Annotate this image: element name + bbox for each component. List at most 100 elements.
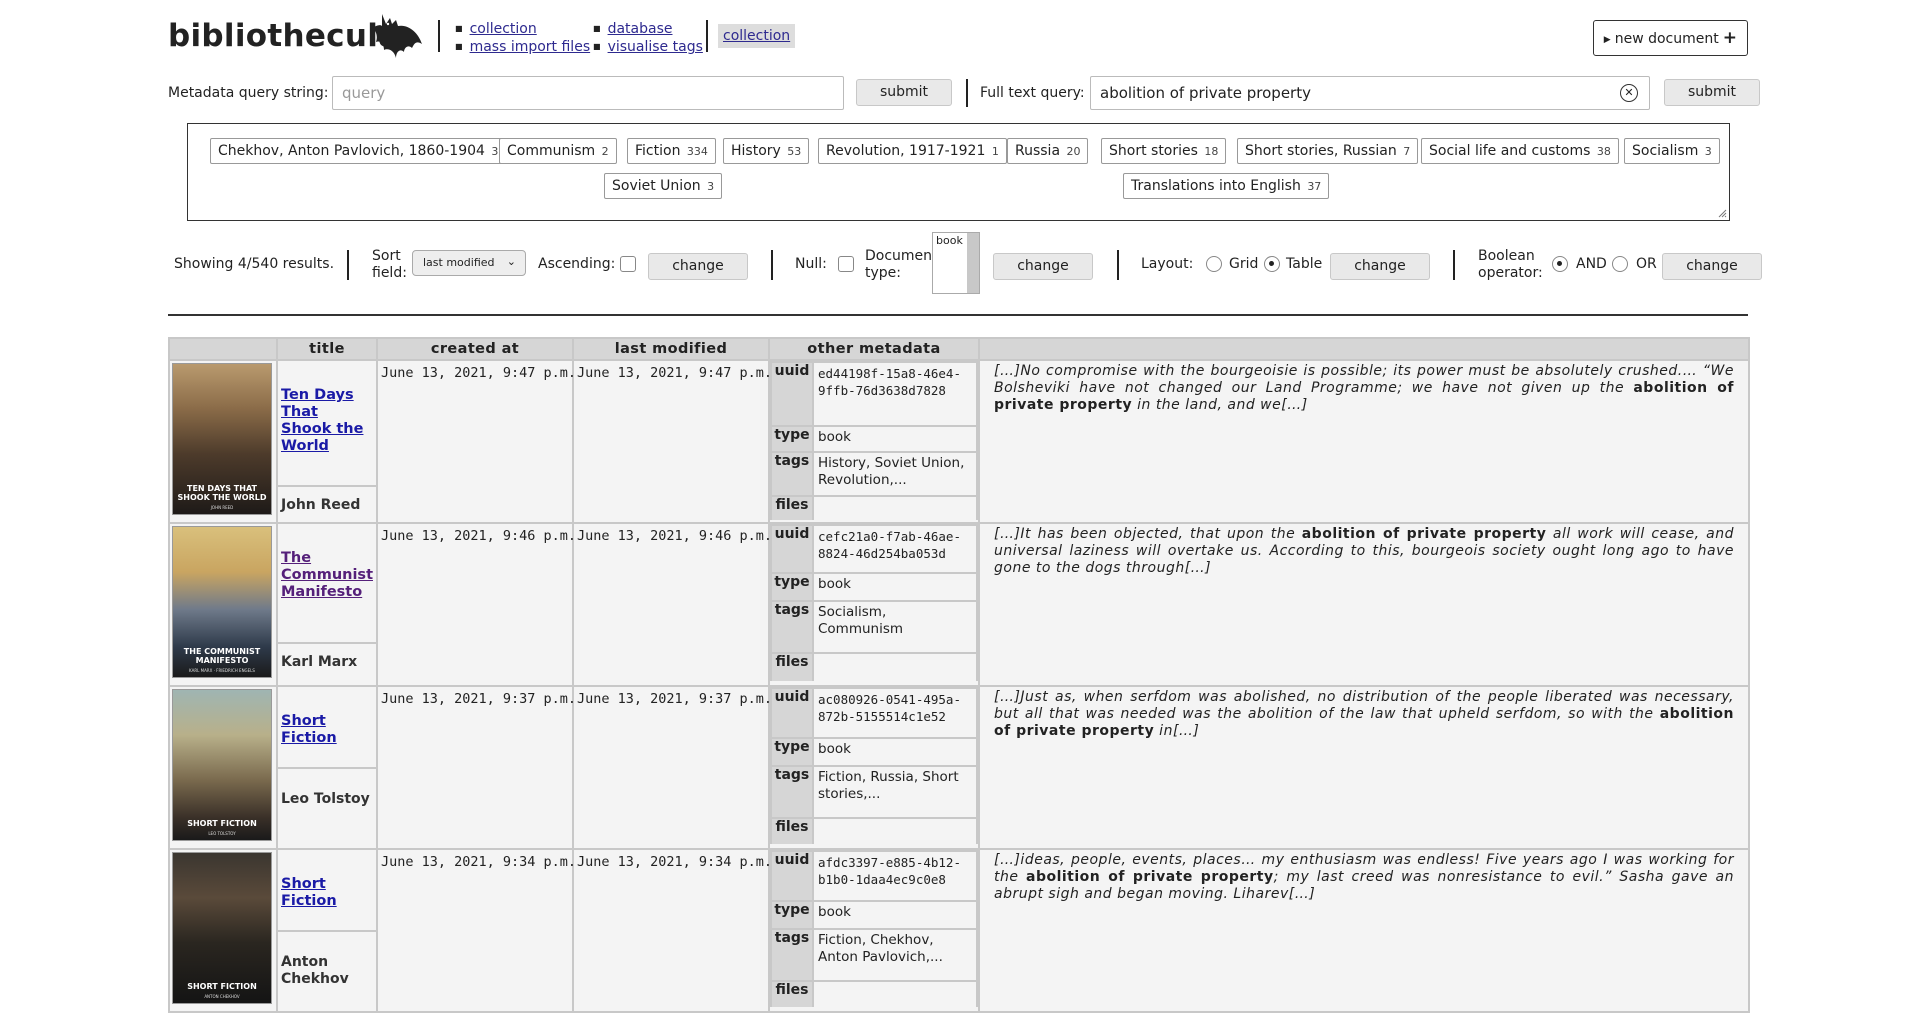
- book-title-link[interactable]: The Communist Manifesto: [281, 550, 373, 600]
- text-snippet: […]ideas, people, events, places… my ent…: [994, 852, 1734, 902]
- query-row: Metadata query string: query submit Full…: [168, 76, 1760, 110]
- tag-chip[interactable]: Revolution, 1917-1921 1: [818, 138, 1007, 164]
- header-created-at[interactable]: created at: [376, 337, 574, 361]
- brand-title[interactable]: bibliothecula: [168, 18, 399, 54]
- table-row: TEN DAYS THAT SHOOK THE WORLD JOHN REED …: [168, 359, 1750, 524]
- nav-group-right: database visualise tags: [593, 20, 703, 56]
- resize-grip-icon[interactable]: [1717, 208, 1727, 218]
- meta-tags-value: Fiction, Chekhov, Anton Pavlovich,...: [812, 928, 978, 982]
- cover-cell: THE COMMUNIST MANIFESTO KARL MARX · FRIE…: [168, 522, 278, 687]
- title-block: Short Fiction: [278, 850, 376, 930]
- fulltext-submit-button[interactable]: submit: [1664, 79, 1760, 106]
- boolean-change-button[interactable]: change: [1662, 253, 1762, 280]
- null-label: Null:: [795, 256, 827, 272]
- cover-title-text: SHORT FICTION: [187, 982, 257, 991]
- title-block: Short Fiction: [278, 687, 376, 767]
- last-modified-value: June 13, 2021, 9:46 p.m.: [577, 528, 773, 544]
- tag-chip[interactable]: Chekhov, Anton Pavlovich, 1860-1904 3: [210, 138, 507, 164]
- divider-rule: [168, 314, 1748, 316]
- header-divider: [438, 20, 440, 52]
- meta-tags-value: Socialism, Communism: [812, 600, 978, 654]
- meta-type-value: book: [812, 737, 978, 767]
- listbox-scrollbar[interactable]: [967, 233, 979, 293]
- sort-change-button[interactable]: change: [648, 253, 748, 280]
- document-type-listbox[interactable]: book: [932, 232, 980, 294]
- nav-group-left: collection mass import files: [455, 20, 591, 56]
- meta-key-uuid: uuid: [770, 524, 814, 574]
- bool-or-radio[interactable]: [1612, 256, 1628, 272]
- nav-database-link[interactable]: database: [593, 20, 703, 38]
- plus-icon: +: [1722, 28, 1737, 48]
- tag-chip[interactable]: History 53: [723, 138, 810, 164]
- cover-title-text: TEN DAYS THAT SHOOK THE WORLD: [177, 484, 267, 502]
- book-title-link[interactable]: Short Fiction: [281, 713, 337, 746]
- cover-cell: TEN DAYS THAT SHOOK THE WORLD JOHN REED: [168, 359, 278, 524]
- title-block: Ten Days That Shook the World: [278, 361, 376, 485]
- cover-cell: SHORT FICTION ANTON CHEKHOV: [168, 848, 278, 1013]
- fulltext-query-input[interactable]: abolition of private property ✕: [1090, 76, 1650, 110]
- book-title-link[interactable]: Ten Days That Shook the World: [281, 387, 363, 454]
- book-title-link[interactable]: Short Fiction: [281, 876, 337, 909]
- nav-mass-import-link[interactable]: mass import files: [455, 38, 591, 56]
- meta-tags-value: History, Soviet Union, Revolution,...: [812, 451, 978, 497]
- meta-uuid-value: ac080926-0541-495a-872b-5155514c1e52: [812, 687, 978, 739]
- clear-input-icon[interactable]: ✕: [1620, 84, 1638, 102]
- fulltext-query-label: Full text query:: [980, 85, 1085, 101]
- created-at-cell: June 13, 2021, 9:47 p.m.: [376, 359, 576, 524]
- title-cell: Short Fiction Leo Tolstoy: [276, 685, 378, 850]
- book-cover-image[interactable]: TEN DAYS THAT SHOOK THE WORLD JOHN REED: [172, 363, 272, 515]
- metadata-table: uuid ed44198f-15a8-46e4-9ffb-76d3638d7828…: [770, 361, 978, 520]
- tag-chip[interactable]: Fiction 334: [627, 138, 716, 164]
- metadata-cell: uuid cefc21a0-f7ab-46ae-8824-46d254ba053d…: [768, 522, 980, 687]
- snippet-cell: […]Just as, when serfdom was abolished, …: [978, 685, 1750, 850]
- header-divider-2: [706, 20, 708, 52]
- book-cover-image[interactable]: THE COMMUNIST MANIFESTO KARL MARX · FRIE…: [172, 526, 272, 678]
- book-author: Anton Chekhov: [278, 930, 376, 1011]
- metadata-cell: uuid ed44198f-15a8-46e4-9ffb-76d3638d7828…: [768, 359, 980, 524]
- type-change-button[interactable]: change: [993, 253, 1093, 280]
- book-author: John Reed: [278, 485, 376, 522]
- new-document-button[interactable]: ▶ new document +: [1592, 20, 1748, 56]
- null-checkbox[interactable]: [838, 256, 854, 272]
- header-snippet: [978, 337, 1750, 361]
- tag-chip[interactable]: Socialism 3: [1624, 138, 1720, 164]
- tag-cloud: Chekhov, Anton Pavlovich, 1860-1904 3 Co…: [187, 123, 1730, 221]
- cover-title-text: THE COMMUNIST MANIFESTO: [183, 647, 261, 665]
- tag-chip[interactable]: Short stories 18: [1101, 138, 1227, 164]
- header-last-modified[interactable]: last modified: [572, 337, 770, 361]
- meta-key-files: files: [770, 817, 814, 844]
- title-block: The Communist Manifesto: [278, 524, 376, 642]
- last-modified-value: June 13, 2021, 9:37 p.m.: [577, 691, 773, 707]
- meta-key-files: files: [770, 652, 814, 681]
- metadata-submit-button[interactable]: submit: [856, 79, 952, 106]
- layout-grid-radio[interactable]: [1206, 256, 1222, 272]
- header-title[interactable]: title: [276, 337, 378, 361]
- bool-and-radio[interactable]: [1552, 256, 1568, 272]
- nav-visualise-tags-link[interactable]: visualise tags: [593, 38, 703, 56]
- meta-key-tags: tags: [770, 451, 814, 497]
- metadata-query-input[interactable]: query: [332, 76, 844, 110]
- tag-chip[interactable]: Translations into English 37: [1123, 173, 1330, 199]
- sort-field-value: last modified: [423, 256, 495, 269]
- meta-key-type: type: [770, 737, 814, 767]
- ascending-checkbox[interactable]: [620, 256, 636, 272]
- document-type-label: Document type:: [865, 248, 938, 281]
- tag-chip[interactable]: Communism 2: [499, 138, 617, 164]
- sort-field-select[interactable]: last modified ⌄: [412, 250, 526, 276]
- boolean-operator-label: Boolean operator:: [1478, 248, 1543, 281]
- layout-change-button[interactable]: change: [1330, 253, 1430, 280]
- book-cover-image[interactable]: SHORT FICTION LEO TOLSTOY: [172, 689, 272, 841]
- created-at-cell: June 13, 2021, 9:34 p.m.: [376, 848, 576, 1013]
- nav-collection-link[interactable]: collection: [455, 20, 590, 38]
- tag-chip[interactable]: Russia 20: [1007, 138, 1089, 164]
- book-cover-image[interactable]: SHORT FICTION ANTON CHEKHOV: [172, 852, 272, 1004]
- nav-current-collection[interactable]: collection: [718, 24, 796, 48]
- layout-grid-label: Grid: [1229, 256, 1259, 272]
- bool-and-label: AND: [1576, 256, 1607, 272]
- layout-table-radio[interactable]: [1264, 256, 1280, 272]
- tag-chip[interactable]: Short stories, Russian 7: [1237, 138, 1419, 164]
- tag-chip[interactable]: Soviet Union 3: [604, 173, 723, 199]
- text-snippet: […]No compromise with the bourgeoisie is…: [994, 363, 1734, 413]
- chevron-down-icon: ⌄: [506, 255, 516, 268]
- tag-chip[interactable]: Social life and customs 38: [1421, 138, 1619, 164]
